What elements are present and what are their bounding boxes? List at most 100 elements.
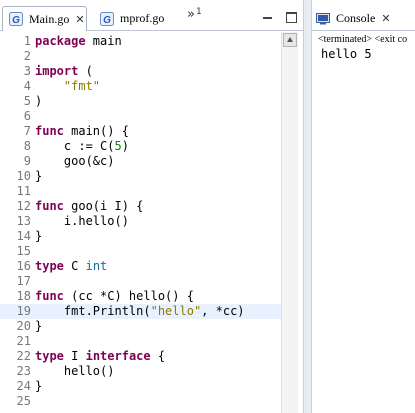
console-icon [316, 12, 330, 25]
line-number: 1 [23, 34, 31, 48]
line-number: 18 [16, 289, 31, 303]
code-line[interactable]: 11 [0, 184, 281, 199]
line-number: 4 [23, 79, 31, 93]
tab-main-go[interactable]: G Main.go ✕ [2, 6, 87, 31]
code-line[interactable]: 16 type C int [0, 259, 281, 274]
keyword-token: func [35, 124, 64, 138]
code-text: type C int [35, 259, 107, 274]
line-number: 23 [16, 364, 31, 378]
code-token: fmt.Println( [35, 304, 151, 318]
line-number: 2 [23, 49, 31, 63]
code-text: fmt.Println("hello", *cc) [35, 304, 245, 319]
line-number: 14 [16, 229, 31, 243]
code-token: (cc *C) hello() { [63, 289, 194, 303]
keyword-token: import [35, 64, 79, 78]
chevron-right-icon: » [187, 7, 195, 22]
keyword-token: func [35, 199, 64, 213]
code-text: i.hello() [35, 214, 129, 229]
code-token: } [35, 319, 43, 333]
code-line[interactable]: 6 [0, 109, 281, 124]
code-line[interactable]: 17 [0, 274, 281, 289]
code-line[interactable]: 13 i.hello() [0, 214, 281, 229]
code-token: goo(i I) { [63, 199, 144, 213]
close-icon[interactable]: ✕ [381, 12, 390, 25]
go-file-icon: G [100, 11, 114, 26]
keyword-token: interface [85, 349, 151, 363]
code-line[interactable]: 19 fmt.Println("hello", *cc) [0, 304, 281, 319]
tab-overflow-button[interactable]: » 1 [187, 7, 202, 22]
code-line[interactable]: 21 [0, 334, 281, 349]
line-number: 3 [23, 64, 31, 78]
line-number: 20 [16, 319, 31, 333]
code-text: func goo(i I) { [35, 199, 143, 214]
console-tab-bar: Console ✕ [312, 0, 415, 31]
keyword-token: type [35, 259, 64, 273]
number-token: 5 [114, 139, 122, 153]
close-icon[interactable]: ✕ [75, 13, 84, 26]
go-file-icon: G [9, 12, 23, 26]
code-line[interactable]: 14} [0, 229, 281, 244]
code-line[interactable]: 1 package main [0, 34, 281, 49]
code-line[interactable]: 9 goo(&c) [0, 154, 281, 169]
code-line[interactable]: 15 [0, 244, 281, 259]
keyword-token: type [35, 349, 64, 363]
code-text: "fmt" [35, 79, 100, 94]
tab-label: mprof.go [120, 11, 165, 25]
code-token: main [85, 34, 122, 48]
editor-tab-bar: G Main.go ✕ G mprof.go » 1 [0, 0, 303, 31]
tab-mprof-go[interactable]: G mprof.go [96, 6, 178, 31]
line-number: 16 [16, 259, 31, 273]
editor-panel: G Main.go ✕ G mprof.go » 1 1 package main… [0, 0, 303, 413]
code-token: hello() [35, 364, 115, 378]
line-number: 12 [16, 199, 31, 213]
tab-console[interactable]: Console ✕ [316, 6, 391, 31]
line-number: 11 [16, 184, 31, 198]
code-text: } [35, 319, 42, 334]
code-token: } [35, 169, 43, 183]
string-token: "fmt" [63, 79, 101, 93]
vertical-scrollbar[interactable] [281, 32, 298, 413]
code-text: package main [35, 34, 122, 49]
code-text: ) [35, 94, 42, 109]
console-status: <terminated> <exit co [318, 34, 408, 45]
code-token: c := C( [35, 139, 115, 153]
code-line[interactable]: 5) [0, 94, 281, 109]
code-token: i.hello() [35, 214, 129, 228]
code-line[interactable]: 20} [0, 319, 281, 334]
code-line[interactable]: 23 hello() [0, 364, 281, 379]
code-line[interactable]: 2 [0, 49, 281, 64]
code-editor[interactable]: 1 package main 2 3 import (4 "fmt" 5) 6 7 func m… [0, 32, 281, 413]
line-number: 6 [23, 109, 31, 123]
code-token: ( [78, 64, 93, 78]
type-token: int [85, 259, 108, 273]
code-token: ) [121, 139, 129, 153]
code-token: C [63, 259, 86, 273]
code-text: func main() { [35, 124, 129, 139]
code-token: goo(&c) [35, 154, 115, 168]
scroll-up-arrow-icon[interactable] [283, 33, 297, 47]
line-number: 25 [16, 394, 31, 408]
code-line[interactable]: 22 type I interface { [0, 349, 281, 364]
panel-splitter[interactable] [303, 0, 312, 413]
code-text: func (cc *C) hello() { [35, 289, 194, 304]
code-text: } [35, 169, 42, 184]
console-output[interactable]: hello 5 [321, 47, 372, 62]
code-line[interactable]: 7 func main() { [0, 124, 281, 139]
code-token: } [35, 379, 43, 393]
code-line[interactable]: 10} [0, 169, 281, 184]
code-token: ) [35, 94, 43, 108]
string-token: "hello" [150, 304, 202, 318]
minimize-icon[interactable] [262, 12, 273, 23]
line-number: 8 [23, 139, 31, 153]
code-line[interactable]: 8 c := C(5) [0, 139, 281, 154]
line-number: 15 [16, 244, 31, 258]
code-line[interactable]: 4 "fmt" [0, 79, 281, 94]
code-token: I [63, 349, 86, 363]
code-line[interactable]: 18 func (cc *C) hello() { [0, 289, 281, 304]
code-line[interactable]: 3 import ( [0, 64, 281, 79]
code-line[interactable]: 24} [0, 379, 281, 394]
hidden-tab-count: 1 [195, 7, 202, 17]
code-line[interactable]: 12 func goo(i I) { [0, 199, 281, 214]
code-line[interactable]: 25 [0, 394, 281, 409]
maximize-icon[interactable] [286, 12, 297, 23]
